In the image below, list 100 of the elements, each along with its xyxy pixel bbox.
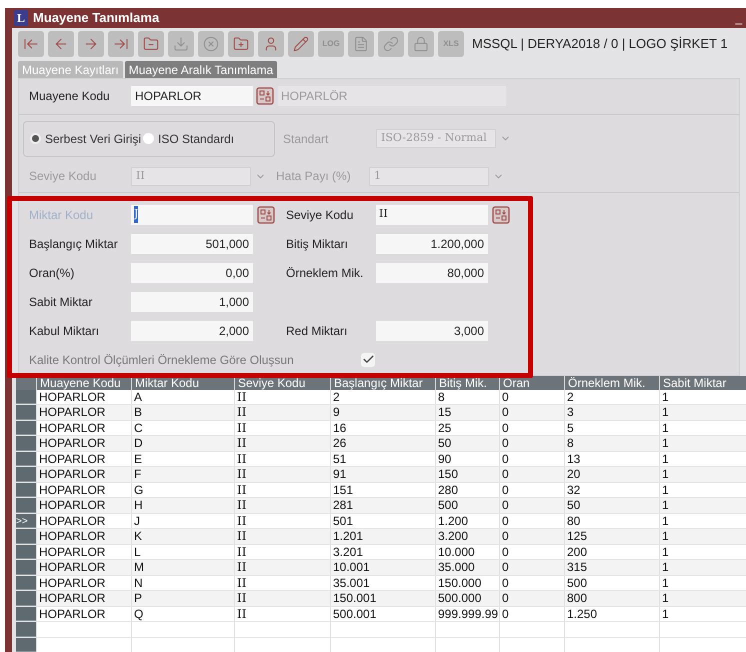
toolbar-button[interactable] <box>228 30 254 56</box>
table-row[interactable]: HOPARLOR L II 3.201 10.000 0 200 1 <box>16 544 746 560</box>
minimize-button[interactable]: _ <box>735 12 742 24</box>
table-cell: 0 <box>499 390 564 404</box>
row-header[interactable] <box>16 482 36 497</box>
row-header[interactable] <box>16 420 36 435</box>
table-row[interactable]: HOPARLOR F II 91 150 0 20 1 <box>16 467 746 482</box>
table-cell: 9 <box>330 405 435 420</box>
table-cell: 8 <box>564 436 659 450</box>
table-cell: 1 <box>659 405 746 420</box>
toolbar-button[interactable] <box>258 30 284 56</box>
table-cell: 1 <box>659 482 746 497</box>
radio-button[interactable] <box>143 133 154 144</box>
toolbar-button[interactable] <box>138 30 164 56</box>
checkbox-label: Kalite Kontrol Ölçümleri Örnekleme Göre Oluşsun <box>29 352 295 368</box>
field-label: Kabul Miktarı <box>29 322 100 340</box>
table-row[interactable]: HOPARLOR C II 16 25 0 5 1 <box>16 420 746 436</box>
input-field[interactable]: 0,00 <box>131 262 253 282</box>
toolbar-button[interactable] <box>78 30 104 56</box>
radio-option[interactable]: ISO Standardı <box>143 130 234 148</box>
table-cell: HOPARLOR <box>36 390 131 404</box>
input-field[interactable]: 1,000 <box>131 292 253 312</box>
table-cell: 80 <box>564 514 659 528</box>
table-cell: 10.001 <box>330 560 435 574</box>
row-header[interactable] <box>16 452 36 466</box>
row-header[interactable] <box>16 606 36 621</box>
table-row[interactable]: HOPARLOR M II 10.001 35.000 0 315 1 <box>16 560 746 576</box>
table-cell: E <box>131 452 234 466</box>
table-cell: 0 <box>499 405 564 420</box>
table-cell: 0 <box>499 591 564 606</box>
row-header[interactable] <box>16 638 36 652</box>
table-cell: II <box>234 529 330 544</box>
table-row[interactable]: HOPARLOR H II 281 500 0 50 1 <box>16 498 746 514</box>
lookup-icon[interactable] <box>257 206 275 224</box>
input-field[interactable]: II <box>376 204 488 224</box>
lookup-icon[interactable] <box>256 87 274 105</box>
field-label: Bitiş Miktarı <box>286 236 350 252</box>
table-row[interactable]: HOPARLOR B II 9 15 0 3 1 <box>16 405 746 420</box>
table-row[interactable]: HOPARLOR N II 35.001 150.000 0 500 1 <box>16 576 746 591</box>
toolbar-button[interactable] <box>288 30 314 56</box>
input-field[interactable]: 501,000 <box>131 234 253 254</box>
table-cell: HOPARLOR <box>36 514 131 528</box>
toolbar-button[interactable] <box>18 30 44 56</box>
toolbar-button[interactable] <box>48 30 74 56</box>
input-field[interactable]: J <box>131 204 253 224</box>
tab[interactable]: Muayene Aralık Tanımlama <box>124 60 278 78</box>
table-cell: 13 <box>564 452 659 466</box>
table-cell: HOPARLOR <box>36 606 131 621</box>
row-header[interactable]: >> <box>16 514 36 528</box>
table-cell: K <box>131 529 234 544</box>
table-cell: 26 <box>330 436 435 450</box>
row-header[interactable] <box>16 576 36 590</box>
row-header[interactable] <box>16 544 36 559</box>
radio-option[interactable]: Serbest Veri Girişi <box>30 130 142 148</box>
radio-button[interactable] <box>30 133 41 144</box>
toolbar-button[interactable] <box>108 30 134 56</box>
checkbox[interactable] <box>361 352 375 366</box>
table-cell: 1.250 <box>564 606 659 621</box>
table-cell: II <box>234 544 330 559</box>
table-cell: 0 <box>499 498 564 512</box>
table-row[interactable]: HOPARLOR E II 51 90 0 13 1 <box>16 452 746 467</box>
table-cell: HOPARLOR <box>36 576 131 590</box>
table-cell: HOPARLOR <box>36 436 131 450</box>
table-cell: II <box>234 606 330 621</box>
input-field[interactable]: 1.200,000 <box>376 234 488 254</box>
check-icon <box>362 353 374 366</box>
table-cell: 1.201 <box>330 529 435 544</box>
table-cell: HOPARLOR <box>36 452 131 466</box>
table-cell: 10.000 <box>435 544 499 559</box>
table-cell: 1 <box>659 606 746 621</box>
table-cell: 999.999.99 <box>435 606 499 621</box>
table-cell: 1 <box>659 544 746 559</box>
pencil-icon <box>293 36 309 52</box>
lookup-icon[interactable] <box>492 206 510 224</box>
field-label: Hata Payı (%) <box>276 168 352 185</box>
table-cell: 50 <box>564 498 659 512</box>
table-cell: 91 <box>330 467 435 482</box>
table-row[interactable]: HOPARLOR A II 2 8 0 2 1 <box>16 390 746 405</box>
table-row[interactable]: HOPARLOR P II 150.001 500.000 0 800 1 <box>16 591 746 606</box>
table-cell: HOPARLOR <box>36 467 131 482</box>
table-row[interactable]: HOPARLOR D II 26 50 0 8 1 <box>16 436 746 452</box>
table-cell: 5 <box>564 420 659 435</box>
table-row[interactable]: >> HOPARLOR J II 501 1.200 0 80 1 <box>16 514 746 529</box>
empty-row[interactable] <box>16 622 746 638</box>
input-field[interactable]: 80,000 <box>376 262 488 282</box>
table-cell: 800 <box>564 591 659 606</box>
table-row[interactable]: HOPARLOR Q II 500.001 999.999.99 0 1.250 1 <box>16 606 746 622</box>
lock-icon <box>413 36 429 52</box>
table-cell: 20 <box>564 467 659 482</box>
table-row[interactable]: HOPARLOR G II 151 280 0 32 1 <box>16 482 746 498</box>
table-row[interactable]: HOPARLOR K II 1.201 3.200 0 125 1 <box>16 529 746 544</box>
input-field[interactable]: HOPARLOR <box>131 86 253 106</box>
input-field[interactable]: 2,000 <box>131 320 253 340</box>
table-cell: 500.001 <box>330 606 435 621</box>
table-cell: 200 <box>564 544 659 559</box>
table-cell: II <box>234 467 330 482</box>
field-label: Standart <box>283 130 330 148</box>
input-field[interactable]: 3,000 <box>376 320 488 340</box>
table-cell: 1 <box>659 420 746 435</box>
table-cell: II <box>234 498 330 512</box>
